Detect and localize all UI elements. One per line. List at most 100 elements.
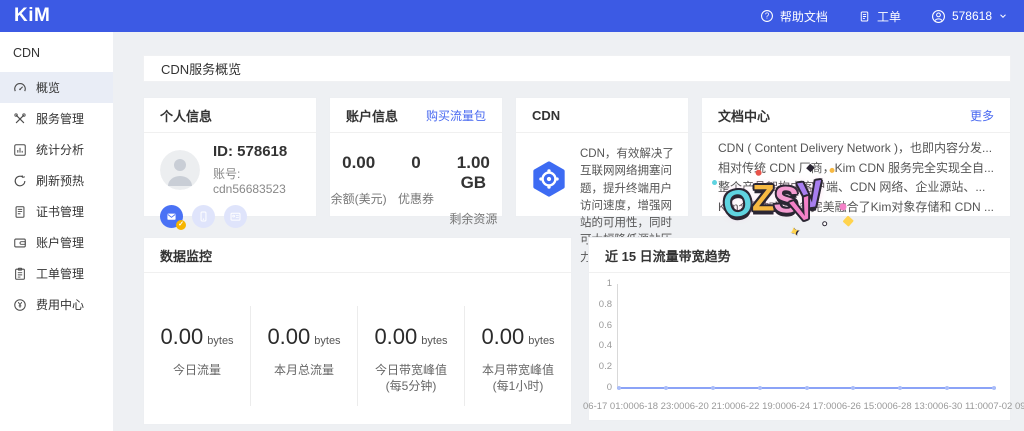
doc-link-item[interactable]: Kim全网加速服务完美融合了Kim对象存储和 CDN ...: [718, 198, 994, 218]
topbar: KiM ? 帮助文档 工单 578618: [0, 0, 1024, 32]
stat-label: 今日流量: [144, 363, 250, 379]
sidebar-item-label: 统计分析: [36, 141, 84, 158]
y-tick: 0.2: [599, 363, 614, 371]
x-tick: 06-30 11:00: [938, 401, 988, 412]
doc-link-item[interactable]: CDN ( Content Delivery Network )，也即内容分发.…: [718, 139, 994, 159]
main-content: CDN服务概览 个人信息 ID: 578618 账号: cdn56683523: [113, 32, 1024, 431]
svg-text:?: ?: [765, 12, 770, 21]
cards-row-1: 个人信息 ID: 578618 账号: cdn56683523 ✓: [143, 97, 1011, 217]
chart-zero-line: [617, 387, 996, 389]
sidebar-item-label: 工单管理: [36, 265, 84, 282]
tools-icon: [13, 112, 27, 126]
y-tick: 1: [607, 280, 614, 288]
ticket-icon: [858, 10, 871, 23]
avatar: [160, 150, 200, 190]
y-tick: 0: [607, 384, 614, 392]
wallet-icon: [13, 236, 27, 250]
stat-label: 本月带宽峰值: [465, 363, 571, 379]
month-traffic-stat: 0.00 bytes 本月总流量: [251, 306, 358, 406]
bandwidth-chart: 1 0.8 0.6 0.4 0.2 0 06-17 01:00 06-18 23…: [589, 274, 1010, 420]
card-title: 文档中心: [718, 106, 770, 125]
stat-value: 0.00: [481, 324, 524, 349]
ticket-label: 工单: [877, 8, 901, 25]
buy-traffic-link[interactable]: 购买流量包: [426, 107, 486, 124]
user-account-text: 账号: cdn56683523: [213, 165, 300, 196]
stat-value: 0.00: [160, 324, 203, 349]
sidebar-item-overview[interactable]: 概览: [0, 72, 113, 103]
idcard-icon[interactable]: [224, 205, 247, 228]
verified-badge: ✓: [176, 220, 186, 230]
sidebar-item-label: 费用中心: [36, 296, 84, 313]
stat-value: 0: [387, 153, 444, 173]
sidebar-item-label: 服务管理: [36, 110, 84, 127]
stat-label: 优惠券: [387, 190, 444, 207]
stat-value: 0.00: [330, 153, 387, 173]
sidebar-item-stats[interactable]: 统计分析: [0, 134, 113, 165]
app-logo: KiM: [14, 0, 50, 32]
ticket-link[interactable]: 工单: [858, 8, 901, 25]
stat-unit: bytes: [421, 335, 447, 347]
x-tick: 06-17 01:00: [583, 401, 634, 412]
more-docs-link[interactable]: 更多: [970, 107, 994, 124]
stat-label: 余额(美元): [330, 190, 387, 207]
x-tick: 06-26 15:00: [837, 401, 888, 412]
data-monitor-card: 数据监控 0.00bytes 今日流量 0.00bytes 本月总流量 0.00…: [143, 237, 572, 425]
doc-link-item[interactable]: 整个产品架构由客户端、CDN 网络、企业源站、...: [718, 178, 994, 198]
user-menu[interactable]: 578618: [931, 9, 1008, 24]
stat-unit: bytes: [528, 335, 554, 347]
card-title: 账户信息: [346, 106, 398, 125]
sidebar-item-label: 账户管理: [36, 234, 84, 251]
clipboard-icon: [13, 267, 27, 281]
user-id: 578618: [952, 9, 992, 23]
sidebar-item-cert-mgmt[interactable]: 证书管理: [0, 196, 113, 227]
x-tick: 06-24 17:00: [786, 401, 837, 412]
chart-plot-area: [617, 284, 996, 388]
sidebar-item-refresh[interactable]: 刷新预热: [0, 165, 113, 196]
stat-unit: bytes: [207, 335, 233, 347]
doc-link-item[interactable]: 相对传统 CDN 厂商，Kim CDN 服务完全实现全自...: [718, 159, 994, 179]
stat-label: 本月总流量: [251, 363, 357, 379]
stat-sublabel: (每1小时): [465, 379, 571, 395]
x-tick: 07-02 09:00: [988, 401, 1024, 412]
stat-sublabel: (每5分钟): [358, 379, 464, 395]
chart-title: 近 15 日流量带宽趋势: [605, 246, 731, 265]
chart-y-axis: 1 0.8 0.6 0.4 0.2 0: [589, 284, 614, 388]
y-tick: 0.4: [599, 342, 614, 350]
help-docs-link[interactable]: ? 帮助文档: [760, 8, 828, 25]
email-verified-icon[interactable]: ✓: [160, 205, 183, 228]
card-title: CDN: [532, 108, 560, 123]
topbar-right: ? 帮助文档 工单 578618: [760, 8, 1008, 25]
cdn-product-card: CDN CDN，有效解决了互联网网络拥塞问题，提升终端用户访问速度，增强网站的可…: [515, 97, 689, 217]
remaining-resource-stat: 1.00 GB 剩余资源: [445, 153, 502, 227]
personal-info-card: 个人信息 ID: 578618 账号: cdn56683523 ✓: [143, 97, 317, 217]
sidebar-item-label: 证书管理: [36, 203, 84, 220]
stat-label: 今日带宽峰值: [358, 363, 464, 379]
month-bandwidth-peak-stat: 0.00 bytes 本月带宽峰值 (每1小时): [465, 306, 571, 406]
card-title: 个人信息: [160, 106, 212, 125]
x-tick: 06-18 23:00: [634, 401, 685, 412]
sidebar: CDN 概览 服务管理 统计分析 刷新预热 证书管理 账户管理 工单管理 费用中…: [0, 32, 113, 431]
sidebar-item-account-mgmt[interactable]: 账户管理: [0, 227, 113, 258]
y-tick: 0.6: [599, 322, 614, 330]
docs-center-card: 文档中心 更多 CDN ( Content Delivery Network )…: [701, 97, 1011, 217]
sidebar-item-billing-center[interactable]: 费用中心: [0, 289, 113, 320]
refresh-icon: [13, 174, 27, 188]
sidebar-item-service-mgmt[interactable]: 服务管理: [0, 103, 113, 134]
y-tick: 0.8: [599, 301, 614, 309]
stat-value: 0.00: [267, 324, 310, 349]
phone-icon[interactable]: [192, 205, 215, 228]
stat-unit: bytes: [314, 335, 340, 347]
stat-value: 1.00 GB: [445, 153, 502, 193]
gauge-icon: [13, 81, 27, 95]
user-id-text: ID: 578618: [213, 143, 300, 160]
today-traffic-stat: 0.00 bytes 今日流量: [144, 306, 251, 406]
sidebar-item-workorder-mgmt[interactable]: 工单管理: [0, 258, 113, 289]
user-icon: [931, 9, 946, 24]
x-tick: 06-28 13:00: [887, 401, 938, 412]
help-icon: ?: [760, 9, 774, 23]
today-bandwidth-peak-stat: 0.00 bytes 今日带宽峰值 (每5分钟): [358, 306, 465, 406]
sidebar-item-label: 刷新预热: [36, 172, 84, 189]
account-info-card: 账户信息 购买流量包 0.00 余额(美元) 0 优惠券 1.00 GB 剩余资…: [329, 97, 503, 217]
page-title: CDN服务概览: [143, 55, 1011, 82]
stat-value: 0.00: [374, 324, 417, 349]
